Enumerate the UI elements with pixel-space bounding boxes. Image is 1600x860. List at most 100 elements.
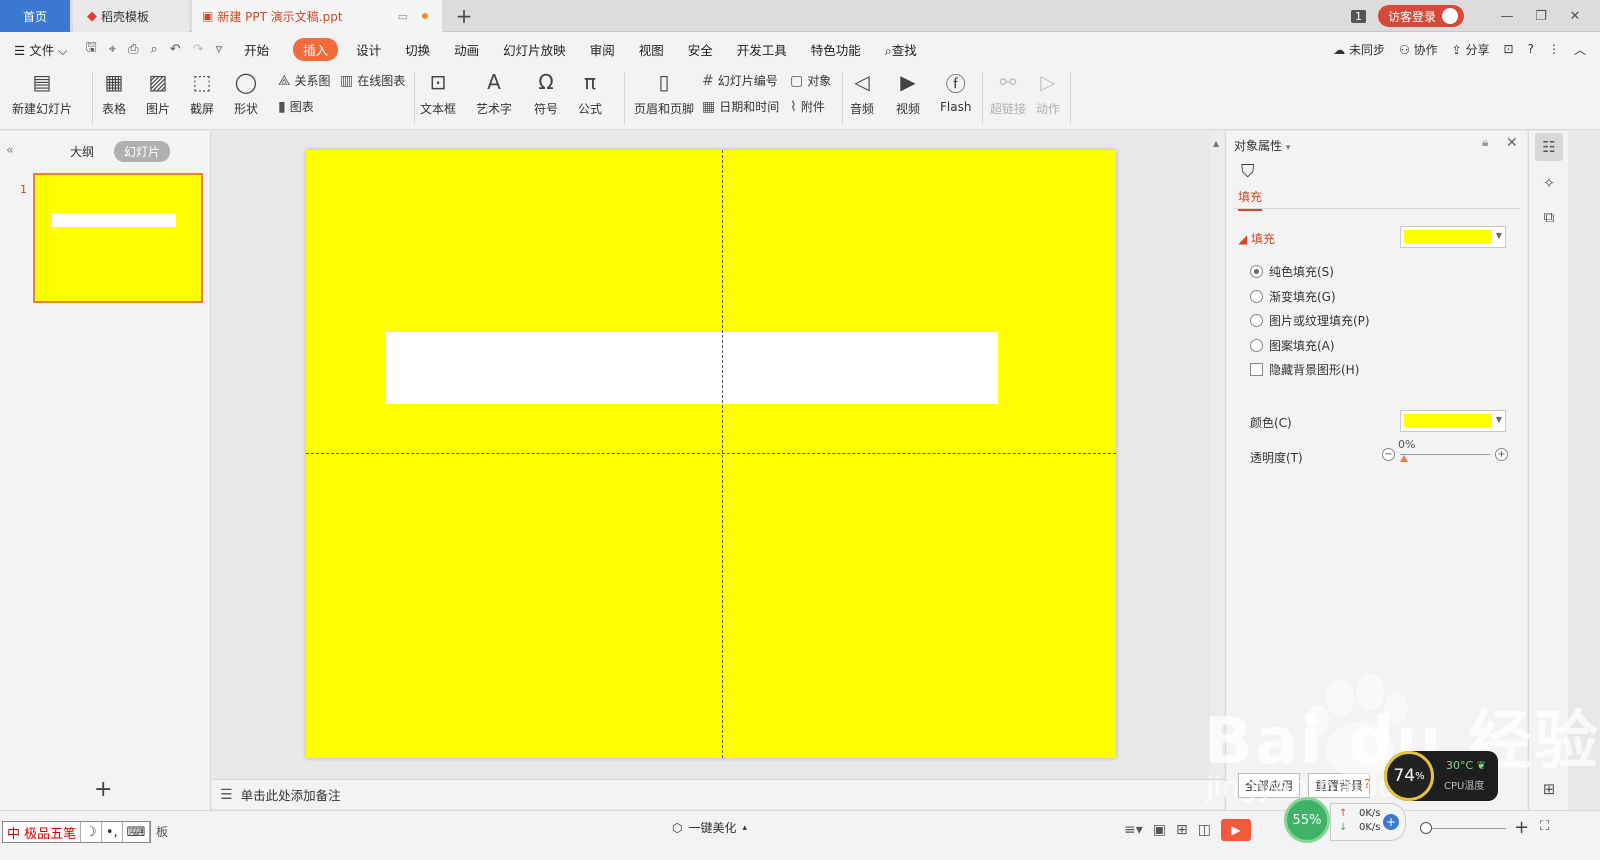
- fit-window-icon[interactable]: ⛶: [1540, 819, 1549, 834]
- file-menu[interactable]: ☰ 文件 ⌵: [14, 40, 68, 59]
- sync-button[interactable]: ☁ 未同步: [1333, 41, 1385, 58]
- redo-icon[interactable]: ↷: [193, 42, 204, 57]
- slide[interactable]: [306, 150, 1116, 758]
- window-count-badge[interactable]: 1: [1350, 9, 1366, 23]
- horizontal-guide[interactable]: [306, 453, 1116, 454]
- help-icon[interactable]: ?: [1528, 42, 1534, 56]
- table-button[interactable]: ▦ 表格: [102, 70, 126, 117]
- tab-document[interactable]: ▣ 新建 PPT 演示文稿.ppt ▭: [192, 0, 442, 32]
- lock-icon[interactable]: 🔒︎: [1482, 135, 1488, 150]
- slide-thumbnail[interactable]: [33, 173, 203, 303]
- restore-icon[interactable]: ❐: [1530, 9, 1552, 24]
- option-hide-background[interactable]: 隐藏背景图形(H): [1250, 361, 1359, 378]
- login-button[interactable]: 访客登录: [1377, 5, 1464, 27]
- ime-brand[interactable]: 中 极品五笔: [3, 822, 82, 842]
- format-painter-icon[interactable]: ⌖: [109, 42, 116, 57]
- menu-developer[interactable]: 开发工具: [737, 40, 787, 59]
- flash-button[interactable]: ⓕ Flash: [940, 70, 971, 115]
- memory-gauge[interactable]: 55%: [1284, 797, 1330, 843]
- fill-color-picker[interactable]: ▼: [1400, 226, 1506, 248]
- attachment-button[interactable]: ⌇ 附件: [790, 98, 825, 115]
- print-preview-icon[interactable]: ⌕: [150, 42, 157, 57]
- relation-chart-button[interactable]: ⟁ 关系图: [278, 72, 331, 89]
- fill-section-header[interactable]: ◢ 填充: [1238, 230, 1275, 247]
- reading-view-icon[interactable]: ◫: [1198, 822, 1211, 838]
- tab-template[interactable]: ◆ 稻壳模板: [73, 0, 189, 32]
- collapse-ribbon-icon[interactable]: ︿: [1574, 41, 1586, 58]
- menu-design[interactable]: 设计: [356, 40, 381, 59]
- undo-icon[interactable]: ↶: [170, 42, 181, 57]
- add-slide-button[interactable]: +: [94, 777, 112, 802]
- action-button[interactable]: ▷ 动作: [1036, 70, 1060, 117]
- paint-bucket-icon[interactable]: ⛉: [1241, 161, 1255, 182]
- option-picture-fill[interactable]: 图片或纹理填充(P): [1250, 312, 1370, 329]
- collapse-panel-icon[interactable]: «: [6, 143, 14, 158]
- zoom-slider[interactable]: [1424, 828, 1506, 829]
- menu-start[interactable]: 开始: [244, 40, 269, 59]
- online-chart-button[interactable]: ▥ 在线图表: [340, 72, 405, 89]
- slider-track[interactable]: [1400, 454, 1490, 455]
- network-speed-widget[interactable]: ↑ 0K/s ↓ 0K/s +: [1330, 803, 1406, 841]
- cpu-monitor-widget[interactable]: 74% 30°C ❦ CPU温度: [1384, 751, 1498, 801]
- menu-features[interactable]: 特色功能: [811, 40, 861, 59]
- slide-number-button[interactable]: # 幻灯片编号: [702, 72, 778, 89]
- chart-button[interactable]: ▮ 图表: [278, 98, 314, 115]
- zoom-slider-thumb[interactable]: [1420, 822, 1432, 834]
- formula-button[interactable]: π 公式: [578, 70, 602, 117]
- new-slide-button[interactable]: ▤ 新建幻灯片: [12, 70, 72, 117]
- menu-insert[interactable]: 插入: [293, 37, 339, 61]
- decrease-icon[interactable]: −: [1382, 448, 1395, 461]
- transparency-slider[interactable]: − 0% +: [1382, 438, 1508, 466]
- radio-solid-fill[interactable]: [1250, 265, 1263, 278]
- picture-button[interactable]: ▨ 图片: [146, 70, 170, 117]
- datetime-button[interactable]: ▦ 日期和时间: [702, 98, 779, 115]
- customize-quick-access-icon[interactable]: ▿: [216, 42, 223, 57]
- punctuation-icon[interactable]: •,: [102, 822, 123, 842]
- add-icon[interactable]: +: [1383, 814, 1399, 830]
- print-icon[interactable]: ⎙: [128, 42, 138, 57]
- menu-transition[interactable]: 切换: [405, 40, 430, 59]
- properties-sliders-icon[interactable]: ☷: [1535, 133, 1563, 161]
- collab-button[interactable]: ⚇ 协作: [1399, 41, 1438, 58]
- play-slideshow-button[interactable]: ▶: [1220, 819, 1251, 841]
- header-footer-button[interactable]: ▯ 页眉和页脚: [634, 70, 694, 117]
- menu-review[interactable]: 审阅: [590, 40, 615, 59]
- radio-gradient-fill[interactable]: [1250, 290, 1263, 303]
- tool-icon[interactable]: ⊡: [1504, 42, 1514, 56]
- new-tab-button[interactable]: +: [452, 0, 476, 32]
- shape-button[interactable]: ◯ 形状: [234, 70, 258, 117]
- textbox-button[interactable]: ⊡ 文本框: [420, 70, 456, 117]
- wordart-button[interactable]: A 艺术字: [476, 70, 512, 117]
- moon-icon[interactable]: ☽: [81, 822, 102, 842]
- menu-view[interactable]: 视图: [639, 40, 664, 59]
- more-icon[interactable]: ⋮: [1548, 42, 1560, 56]
- search-menu[interactable]: ⌕查找: [885, 40, 917, 59]
- radio-pattern-fill[interactable]: [1250, 339, 1263, 352]
- zoom-in-icon[interactable]: +: [1514, 817, 1529, 838]
- option-solid-fill[interactable]: 纯色填充(S): [1250, 263, 1334, 280]
- keyboard-icon[interactable]: ⌨: [123, 822, 151, 842]
- pin-icon[interactable]: ✧: [1535, 169, 1563, 197]
- menu-security[interactable]: 安全: [688, 40, 713, 59]
- ime-toolbar[interactable]: 中 极品五笔 ☽ •, ⌨: [2, 821, 152, 843]
- option-gradient-fill[interactable]: 渐变填充(G): [1250, 288, 1336, 305]
- object-button[interactable]: ▢ 对象: [790, 72, 831, 89]
- normal-view-icon[interactable]: ▣: [1153, 822, 1166, 838]
- video-button[interactable]: ▶ 视频: [896, 70, 920, 117]
- monitor-icon[interactable]: ▭: [398, 10, 408, 23]
- hyperlink-button[interactable]: ⚯ 超链接: [990, 70, 1026, 117]
- close-panel-icon[interactable]: ✕: [1506, 135, 1518, 151]
- tab-outline[interactable]: 大纲: [60, 141, 104, 162]
- tab-home[interactable]: 首页: [0, 0, 70, 32]
- minimize-icon[interactable]: —: [1496, 9, 1518, 24]
- tab-slides[interactable]: 幻灯片: [114, 141, 171, 162]
- notes-toggle-icon[interactable]: ≡▾: [1124, 822, 1143, 838]
- white-rectangle-shape[interactable]: [386, 332, 998, 404]
- share-button[interactable]: ⇪ 分享: [1452, 41, 1490, 58]
- checkbox-hide-background[interactable]: [1250, 363, 1263, 376]
- increase-icon[interactable]: +: [1495, 448, 1508, 461]
- menu-animation[interactable]: 动画: [454, 40, 479, 59]
- vertical-guide[interactable]: [722, 150, 723, 758]
- properties-title[interactable]: 对象属性 ▾: [1234, 137, 1290, 154]
- menu-slideshow[interactable]: 幻灯片放映: [503, 40, 566, 59]
